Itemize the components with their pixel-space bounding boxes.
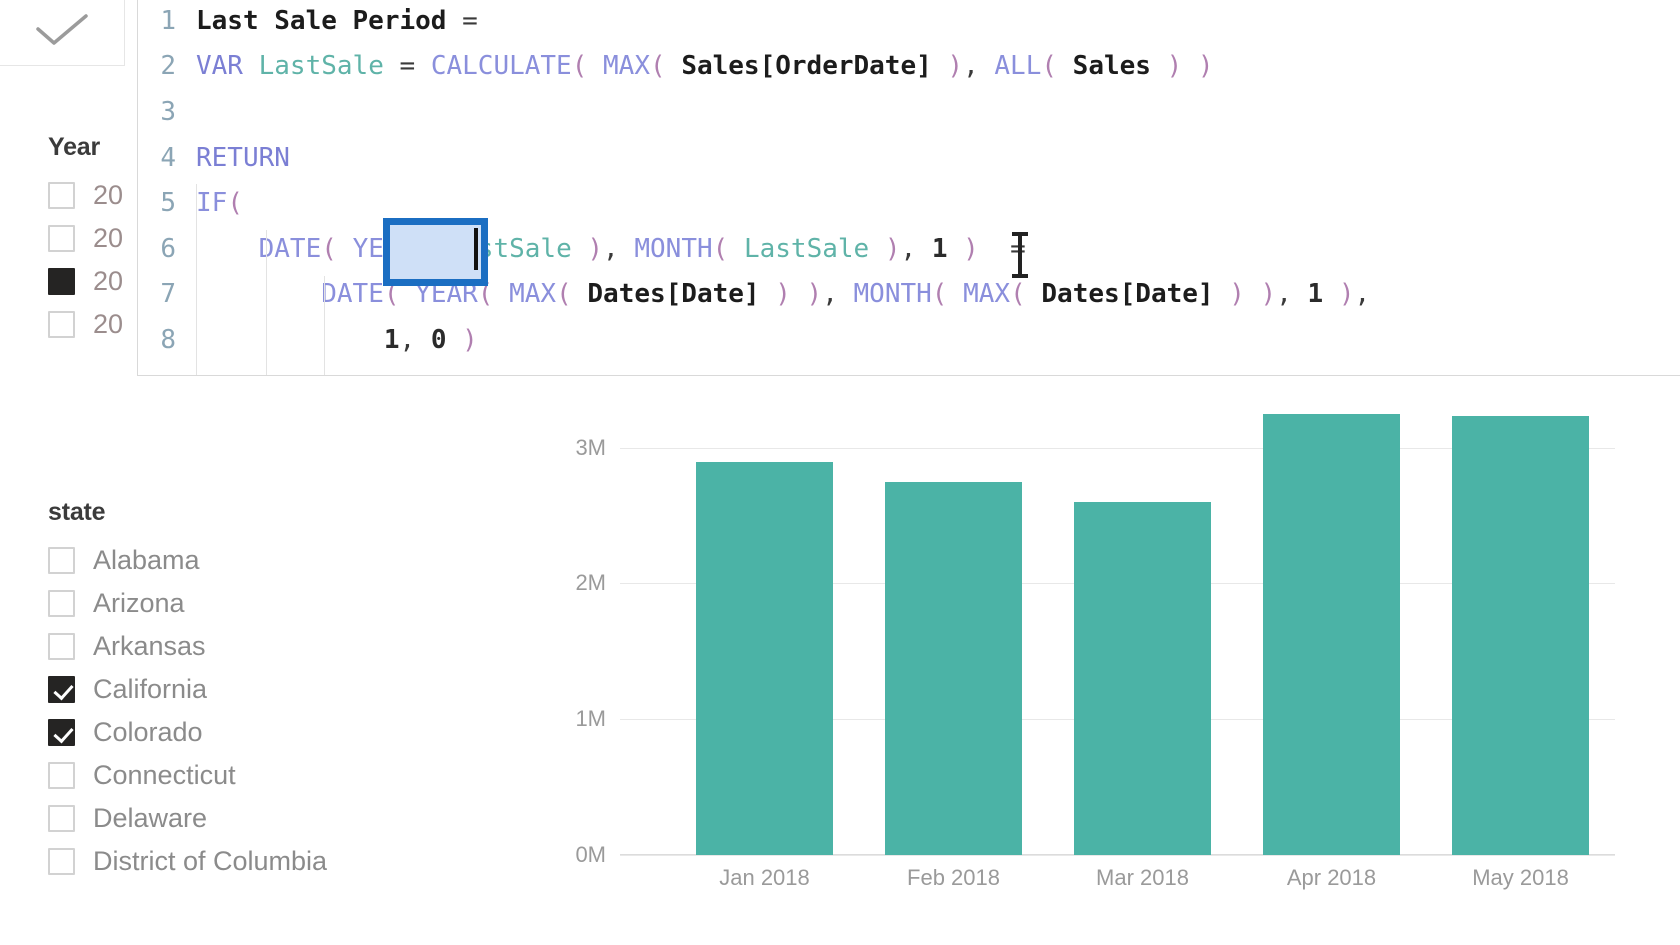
slicer-state-item-arkansas[interactable]: Arkansas <box>48 625 378 668</box>
xtick-label-apr-2018: Apr 2018 <box>1237 865 1426 891</box>
bar-slot-feb-2018[interactable] <box>859 400 1048 855</box>
code-line-5-text[interactable]: IF( <box>176 188 243 218</box>
bar-slot-mar-2018[interactable] <box>1048 400 1237 855</box>
code-line-3[interactable]: 3 <box>138 89 1680 135</box>
line-number-8: 8 <box>138 325 176 355</box>
slicer-year-label-1: 20 <box>93 225 123 252</box>
slicer-state-label-delaware: Delaware <box>93 805 207 832</box>
slicer-year-label-3: 20 <box>93 311 123 338</box>
slicer-state-label-california: California <box>93 676 207 703</box>
line-number-2: 2 <box>138 51 176 81</box>
bar-mar-2018[interactable] <box>1074 502 1210 855</box>
indent-guide-1 <box>196 184 197 376</box>
bar-may-2018[interactable] <box>1452 416 1588 855</box>
code-line-7-text[interactable]: DATE( YEAR( MAX( Dates[Date] ) ), MONTH(… <box>176 279 1370 309</box>
line-number-3: 3 <box>138 97 176 127</box>
slicer-state-label-arizona: Arizona <box>93 590 185 617</box>
slicer-state-item-delaware[interactable]: Delaware <box>48 797 378 840</box>
slicer-state-label-colorado: Colorado <box>93 719 203 746</box>
checkbox-year-2[interactable] <box>48 268 75 295</box>
code-line-4-text[interactable]: RETURN <box>176 143 290 173</box>
line-number-5: 5 <box>138 188 176 218</box>
code-line-4[interactable]: 4 RETURN <box>138 135 1680 181</box>
checkbox-year-0[interactable] <box>48 182 75 209</box>
checkbox-state-colorado[interactable] <box>48 719 75 746</box>
slicer-state-item-california[interactable]: California <box>48 668 378 711</box>
chart-plot-area: 3M 2M 1M 0M <box>620 400 1615 855</box>
bar-slot-jan-2018[interactable] <box>670 400 859 855</box>
slicer-state-item-arizona[interactable]: Arizona <box>48 582 378 625</box>
checkbox-state-arkansas[interactable] <box>48 633 75 660</box>
ytick-label-3m: 3M <box>575 435 606 461</box>
checkbox-year-1[interactable] <box>48 225 75 252</box>
checkbox-state-connecticut[interactable] <box>48 762 75 789</box>
bar-feb-2018[interactable] <box>885 482 1021 856</box>
bar-jan-2018[interactable] <box>696 462 832 855</box>
checkbox-state-alabama[interactable] <box>48 547 75 574</box>
checkbox-year-3[interactable] <box>48 311 75 338</box>
code-line-2[interactable]: 2 VAR LastSale = CALCULATE( MAX( Sales[O… <box>138 44 1680 90</box>
slicer-state-label-district-of-columbia: District of Columbia <box>93 848 327 875</box>
xtick-label-mar-2018: Mar 2018 <box>1048 865 1237 891</box>
slicer-state-label-alabama: Alabama <box>93 547 200 574</box>
xtick-label-feb-2018: Feb 2018 <box>859 865 1048 891</box>
xtick-label-jan-2018: Jan 2018 <box>670 865 859 891</box>
code-line-7[interactable]: 7 DATE( YEAR( MAX( Dates[Date] ) ), MONT… <box>138 272 1680 318</box>
code-line-1[interactable]: 1 Last Sale Period = <box>138 0 1680 44</box>
dax-formula-editor[interactable]: 1 Last Sale Period = 2 VAR LastSale = CA… <box>137 0 1680 376</box>
slicer-state-item-alabama[interactable]: Alabama <box>48 539 378 582</box>
chart-x-axis-labels: Jan 2018 Feb 2018 Mar 2018 Apr 2018 May … <box>670 865 1615 891</box>
bar-chart[interactable]: 3M 2M 1M 0M Jan 2018 Feb 2018 M <box>505 370 1615 890</box>
checkmark-icon <box>32 13 92 47</box>
code-line-1-text[interactable]: Last Sale Period = <box>176 6 478 36</box>
ytick-label-0m: 0M <box>575 842 606 868</box>
checkbox-state-california[interactable] <box>48 676 75 703</box>
line-number-7: 7 <box>138 279 176 309</box>
code-line-6[interactable]: 6 DATE( YEAR( LastSale ), MONTH( LastSal… <box>138 226 1680 272</box>
slicer-year-label-0: 20 <box>93 182 123 209</box>
slicer-state-item-colorado[interactable]: Colorado <box>48 711 378 754</box>
slicer-year-label-2: 20 <box>93 268 123 295</box>
indent-guide-2 <box>266 230 267 376</box>
xtick-label-may-2018: May 2018 <box>1426 865 1615 891</box>
slicer-state-item-district-of-columbia[interactable]: District of Columbia <box>48 840 378 883</box>
checkbox-state-district-of-columbia[interactable] <box>48 848 75 875</box>
code-line-8-text[interactable]: 1, 0 ) <box>176 325 478 355</box>
code-line-2-text[interactable]: VAR LastSale = CALCULATE( MAX( Sales[Ord… <box>176 51 1214 81</box>
checkbox-state-arizona[interactable] <box>48 590 75 617</box>
bar-slot-apr-2018[interactable] <box>1237 400 1426 855</box>
gridline-0m: 0M <box>620 855 1615 856</box>
ytick-label-1m: 1M <box>575 706 606 732</box>
bar-apr-2018[interactable] <box>1263 414 1399 855</box>
code-line-8[interactable]: 8 1, 0 ) <box>138 317 1680 363</box>
slicer-state[interactable]: state Alabama Arizona Arkansas Californi… <box>48 500 378 883</box>
slicer-state-item-connecticut[interactable]: Connecticut <box>48 754 378 797</box>
ibeam-mouse-cursor <box>1012 232 1028 278</box>
accept-formula-button[interactable] <box>0 0 125 66</box>
indent-guide-3 <box>324 276 325 376</box>
code-line-6-text[interactable]: DATE( YEAR( LastSale ), MONTH( LastSale … <box>176 234 1026 264</box>
bar-slot-may-2018[interactable] <box>1426 400 1615 855</box>
line-number-6: 6 <box>138 234 176 264</box>
line-number-4: 4 <box>138 143 176 173</box>
ytick-label-2m: 2M <box>575 570 606 596</box>
checkbox-state-delaware[interactable] <box>48 805 75 832</box>
slicer-state-label-arkansas: Arkansas <box>93 633 206 660</box>
slicer-state-title: state <box>48 500 378 525</box>
line-number-1: 1 <box>138 6 176 36</box>
code-line-5[interactable]: 5 IF( <box>138 180 1680 226</box>
chart-bars <box>670 400 1615 855</box>
slicer-state-label-connecticut: Connecticut <box>93 762 236 789</box>
